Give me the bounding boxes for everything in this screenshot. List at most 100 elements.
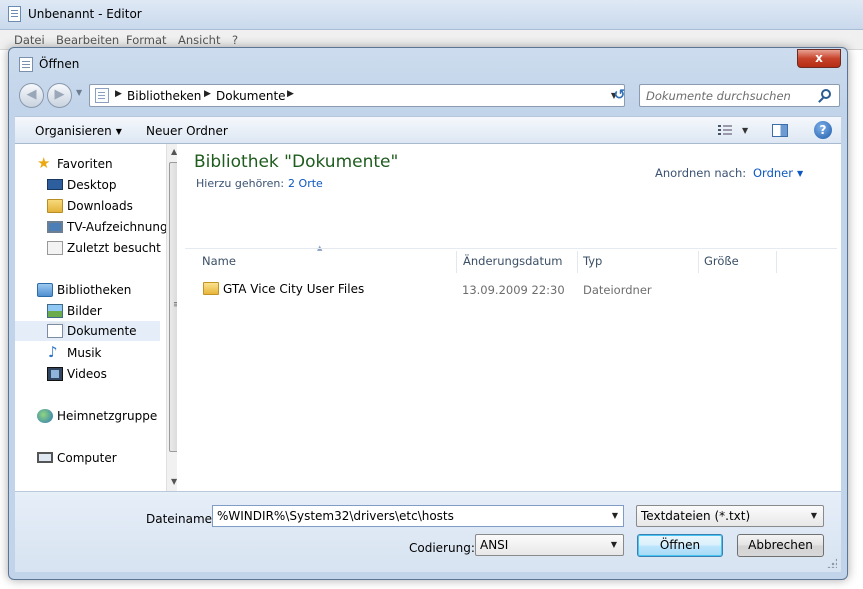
column-date[interactable]: Änderungsdatum xyxy=(463,254,562,268)
libraries-icon xyxy=(37,283,53,297)
nav-item-music[interactable]: ♪ Musik xyxy=(15,343,160,363)
nav-item-pictures[interactable]: Bilder xyxy=(15,301,160,321)
content-pane: Bibliothek "Dokumente" Hierzu gehören: 2 … xyxy=(177,144,841,491)
notepad-titlebar: Unbenannt - Editor xyxy=(0,0,863,30)
downloads-folder-icon xyxy=(47,199,63,213)
breadcrumb-dokumente[interactable]: Dokumente xyxy=(216,89,286,103)
nav-item-label: Bilder xyxy=(67,304,102,318)
column-type[interactable]: Typ xyxy=(583,254,602,268)
file-type-filter[interactable]: Textdateien (*.txt) ▼ xyxy=(636,505,824,527)
pictures-icon xyxy=(47,304,63,318)
homegroup-icon xyxy=(37,409,53,423)
breadcrumb-arrow-icon[interactable]: ▶ xyxy=(204,89,211,99)
documents-icon xyxy=(47,324,63,338)
menu-datei[interactable]: Datei xyxy=(14,33,45,47)
nav-item-desktop[interactable]: Desktop xyxy=(15,175,160,195)
includes-label: Hierzu gehören: xyxy=(196,177,285,190)
close-button[interactable]: x xyxy=(797,49,841,68)
filename-combobox[interactable]: %WINDIR%\System32\drivers\etc\hosts ▼ xyxy=(212,505,624,527)
file-name: GTA Vice City User Files xyxy=(223,282,365,296)
nav-homegroup[interactable]: Heimnetzgruppe xyxy=(15,406,160,426)
nav-item-label: Zuletzt besucht xyxy=(67,241,161,255)
chevron-down-icon: ▼ xyxy=(115,127,122,136)
library-includes: Hierzu gehören: 2 Orte xyxy=(196,177,323,190)
organize-button[interactable]: Organisieren ▼ xyxy=(35,124,122,138)
nav-homegroup-label: Heimnetzgruppe xyxy=(57,409,158,423)
menu-help[interactable]: ? xyxy=(232,33,238,47)
forward-arrow-icon: ▶ xyxy=(54,87,65,102)
notepad-icon xyxy=(19,57,33,72)
help-icon[interactable]: ? xyxy=(814,121,832,139)
nav-item-label: Desktop xyxy=(67,178,117,192)
star-icon: ★ xyxy=(37,154,51,172)
open-dialog: Öffnen x ◀ ▶ ▼ ▶ Bibliotheken ▶ Dokument… xyxy=(8,47,848,580)
library-title: Bibliothek "Dokumente" xyxy=(194,152,399,172)
breadcrumb-arrow-icon[interactable]: ▶ xyxy=(115,89,122,99)
arrange-by-dropdown[interactable]: Ordner ▼ xyxy=(753,166,803,180)
nav-item-tv-recordings[interactable]: TV-Aufzeichnungen xyxy=(15,217,183,237)
forward-button[interactable]: ▶ xyxy=(47,83,72,108)
menu-format[interactable]: Format xyxy=(126,33,167,47)
preview-pane-icon[interactable] xyxy=(772,124,788,137)
column-size[interactable]: Größe xyxy=(704,254,739,268)
nav-libraries[interactable]: Bibliotheken xyxy=(15,280,160,300)
library-icon xyxy=(95,88,109,103)
refresh-icon: ↺ xyxy=(613,87,626,103)
dialog-title: Öffnen xyxy=(39,57,80,71)
resize-grip[interactable] xyxy=(827,558,837,568)
column-divider[interactable] xyxy=(776,251,777,273)
file-type: Dateiordner xyxy=(583,283,652,297)
nav-item-label: Videos xyxy=(67,367,107,381)
column-divider[interactable] xyxy=(577,251,578,273)
column-name[interactable]: Name xyxy=(202,254,236,268)
column-header-row: Name Änderungsdatum Typ Größe xyxy=(185,248,837,273)
nav-favorites-label: Favoriten xyxy=(57,157,113,171)
nav-computer-label: Computer xyxy=(57,451,117,465)
search-icon[interactable] xyxy=(821,89,831,99)
encoding-select[interactable]: ANSI ▼ xyxy=(475,534,624,556)
nav-item-documents[interactable]: Dokumente xyxy=(15,321,160,341)
notepad-title: Unbenannt - Editor xyxy=(28,7,142,21)
address-bar[interactable]: ▶ Bibliotheken ▶ Dokumente ▶ ▼ xyxy=(89,84,625,107)
chevron-down-icon[interactable]: ▼ xyxy=(612,511,618,520)
folder-icon xyxy=(203,282,219,295)
breadcrumb-bibliotheken[interactable]: Bibliotheken xyxy=(127,89,201,103)
view-dropdown-icon[interactable]: ▼ xyxy=(742,126,748,135)
chevron-down-icon: ▼ xyxy=(810,511,817,520)
chevron-down-icon: ▼ xyxy=(610,540,617,549)
videos-icon xyxy=(47,367,63,381)
desktop-icon xyxy=(47,179,63,190)
view-options-icon[interactable] xyxy=(718,124,732,136)
command-bar: Organisieren ▼ Neuer Ordner ▼ ? xyxy=(15,116,841,144)
recent-pages-dropdown-icon[interactable]: ▼ xyxy=(76,88,82,97)
column-divider[interactable] xyxy=(698,251,699,273)
menu-ansicht[interactable]: Ansicht xyxy=(178,33,220,47)
file-row[interactable]: GTA Vice City User Files 13.09.2009 22:3… xyxy=(185,278,825,300)
new-folder-button[interactable]: Neuer Ordner xyxy=(146,124,228,138)
nav-item-downloads[interactable]: Downloads xyxy=(15,196,160,216)
cancel-button[interactable]: Abbrechen xyxy=(737,534,824,557)
open-button[interactable]: Öffnen xyxy=(637,534,723,557)
column-divider[interactable] xyxy=(456,251,457,273)
arrange-by-label: Anordnen nach: xyxy=(655,166,747,180)
arrange-by-value: Ordner xyxy=(753,166,793,180)
includes-locations-link[interactable]: 2 Orte xyxy=(288,177,323,190)
breadcrumb-arrow-icon[interactable]: ▶ xyxy=(287,89,294,99)
search-input[interactable]: Dokumente durchsuchen xyxy=(646,89,791,103)
menu-bearbeiten[interactable]: Bearbeiten xyxy=(56,33,119,47)
nav-item-label: Musik xyxy=(67,346,102,360)
nav-item-videos[interactable]: Videos xyxy=(15,364,160,384)
computer-icon xyxy=(37,452,53,463)
search-box[interactable]: Dokumente durchsuchen xyxy=(639,84,840,107)
back-arrow-icon: ◀ xyxy=(26,87,37,102)
chevron-down-icon: ▼ xyxy=(796,169,804,178)
nav-item-recent[interactable]: Zuletzt besucht xyxy=(15,238,161,258)
nav-item-label: Downloads xyxy=(67,199,133,213)
back-button[interactable]: ◀ xyxy=(19,83,44,108)
nav-computer[interactable]: Computer xyxy=(15,448,160,468)
navigation-pane: ★ Favoriten Desktop Downloads TV-Aufzeic… xyxy=(15,144,183,491)
nav-favorites[interactable]: ★ Favoriten xyxy=(15,154,160,174)
refresh-button[interactable]: ↺ xyxy=(608,85,631,106)
nav-libraries-label: Bibliotheken xyxy=(57,283,132,297)
filename-input[interactable]: %WINDIR%\System32\drivers\etc\hosts xyxy=(217,509,454,523)
